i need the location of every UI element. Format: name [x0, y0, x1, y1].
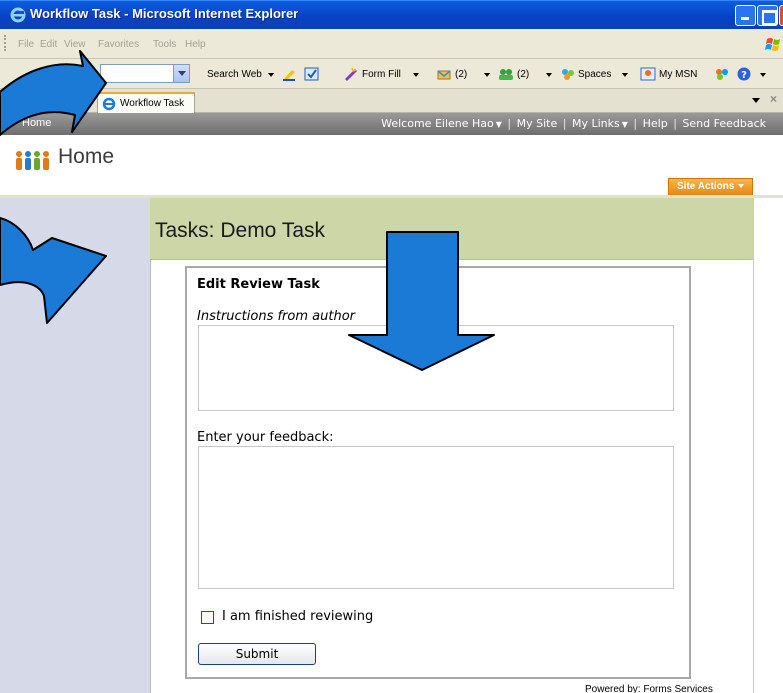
chevron-down-icon[interactable]	[622, 73, 628, 77]
chevron-down-icon[interactable]	[413, 73, 419, 77]
msn-toolbar: Search Web Form Fill (2) (2) Spaces My M…	[0, 59, 783, 89]
menu-favorites[interactable]: Favorites	[98, 39, 139, 50]
welcome-menu[interactable]: Welcome Eilene Hao	[381, 117, 494, 130]
help-link[interactable]: Help	[643, 117, 668, 130]
contacts-icon[interactable]	[498, 67, 514, 81]
spaces-icon[interactable]	[560, 67, 576, 81]
menu-bar: File Edit View Favorites Tools Help	[0, 29, 783, 59]
menu-edit[interactable]: Edit	[40, 39, 57, 50]
site-actions-label: Site Actions	[677, 181, 735, 192]
chevron-down-icon	[738, 184, 745, 189]
site-actions-menu[interactable]: Site Actions	[668, 178, 753, 196]
feedback-label: Enter your feedback:	[197, 430, 334, 445]
my-links-menu[interactable]: My Links	[572, 117, 620, 130]
msn-butterfly-icon[interactable]	[714, 67, 730, 81]
chevron-down-icon[interactable]	[268, 73, 274, 77]
help-icon[interactable]: ?	[736, 67, 752, 81]
submit-button[interactable]: Submit	[198, 643, 316, 665]
feedback-input[interactable]	[198, 446, 674, 589]
global-navigation: Home Welcome Eilene Hao ▼ | My Site | My …	[0, 113, 783, 135]
close-button[interactable]	[779, 5, 783, 26]
browser-tab-bar: Workflow Task ×	[0, 89, 783, 114]
contacts-count[interactable]: (2)	[517, 69, 529, 80]
send-feedback-link[interactable]: Send Feedback	[682, 117, 766, 130]
tab-label: Workflow Task	[120, 98, 185, 109]
toolbar-grip[interactable]	[4, 35, 7, 51]
internet-explorer-icon	[102, 97, 116, 111]
close-tab-icon[interactable]: ×	[770, 92, 777, 106]
finished-reviewing-checkbox[interactable]	[201, 611, 214, 624]
form-fill-button[interactable]: Form Fill	[362, 69, 401, 80]
minimize-button[interactable]	[735, 5, 756, 26]
form-fill-icon[interactable]	[343, 67, 359, 81]
breadcrumb-home[interactable]: Home	[22, 117, 51, 129]
finished-reviewing-label[interactable]: I am finished reviewing	[222, 609, 373, 624]
menu-file[interactable]: File	[18, 39, 34, 50]
mail-icon[interactable]	[436, 67, 452, 81]
sharepoint-people-logo-icon	[16, 151, 49, 170]
chevron-down-icon[interactable]	[760, 73, 766, 77]
my-site-link[interactable]: My Site	[517, 117, 558, 130]
chevron-down-icon[interactable]	[484, 73, 490, 77]
instructions-field	[198, 325, 674, 411]
svg-text:?: ?	[741, 70, 747, 81]
powered-by-text: Powered by: Forms Services	[585, 684, 713, 693]
search-dropdown-button[interactable]	[173, 65, 189, 82]
mail-count[interactable]: (2)	[455, 69, 467, 80]
highlight-icon[interactable]	[282, 67, 298, 81]
search-web-button[interactable]: Search Web	[207, 69, 262, 80]
menu-help[interactable]: Help	[185, 39, 206, 50]
tab-list-icon[interactable]	[752, 98, 760, 103]
menu-tools[interactable]: Tools	[153, 39, 176, 50]
windows-flag-icon	[765, 38, 780, 51]
menu-view[interactable]: View	[64, 39, 86, 50]
window-title-bar: Workflow Task - Microsoft Internet Explo…	[0, 0, 783, 29]
internet-explorer-icon	[10, 7, 26, 23]
spaces-button[interactable]: Spaces	[578, 69, 611, 80]
maximize-button[interactable]	[757, 5, 778, 26]
window-title: Workflow Task - Microsoft Internet Explo…	[30, 6, 299, 21]
page-title-area: Tasks: Demo Task	[150, 198, 753, 260]
edit-review-task-form: Edit Review Task Instructions from autho…	[185, 266, 691, 679]
site-header: Home	[0, 135, 783, 195]
my-msn-icon[interactable]	[640, 67, 656, 81]
global-links: Welcome Eilene Hao ▼ | My Site | My Links…	[381, 117, 766, 130]
my-msn-button[interactable]: My MSN	[659, 69, 697, 80]
link-separator: |	[673, 117, 677, 130]
left-navigation-panel	[0, 198, 150, 693]
link-separator: |	[562, 117, 567, 130]
chevron-down-icon[interactable]	[546, 73, 552, 77]
options-icon[interactable]	[304, 67, 320, 81]
page-title: Tasks: Demo Task	[155, 219, 325, 242]
link-separator: |	[633, 117, 638, 130]
toolbar-search-box[interactable]	[100, 64, 190, 83]
tab-workflow-task[interactable]: Workflow Task	[97, 92, 195, 114]
quick-tabs-icon[interactable]	[78, 94, 92, 108]
page-right-margin	[753, 198, 783, 693]
link-separator: |	[507, 117, 512, 130]
site-title[interactable]: Home	[58, 145, 114, 169]
instructions-label: Instructions from author	[197, 309, 355, 324]
form-heading: Edit Review Task	[197, 277, 320, 292]
